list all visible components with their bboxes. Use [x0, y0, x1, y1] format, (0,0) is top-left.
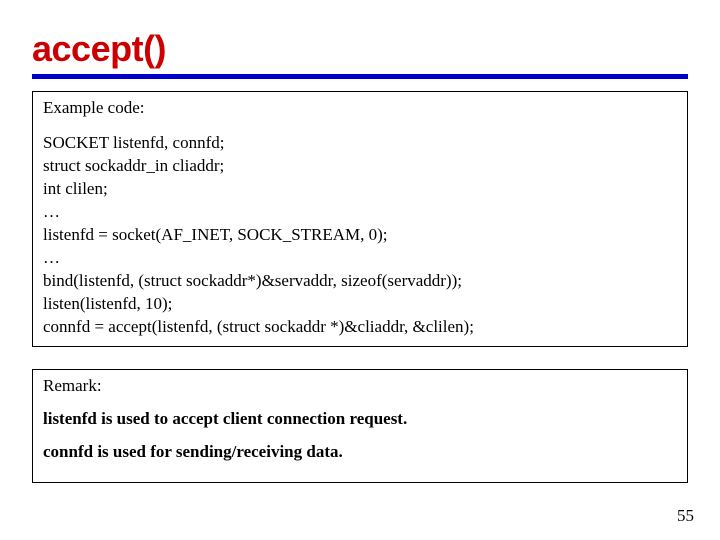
example-label: Example code:	[43, 98, 677, 118]
code-line: …	[43, 247, 677, 270]
code-line: struct sockaddr_in cliaddr;	[43, 155, 677, 178]
remark-term: listenfd	[43, 409, 97, 428]
page-number: 55	[677, 506, 694, 526]
slide-title: accept()	[32, 28, 688, 70]
code-line: int clilen;	[43, 178, 677, 201]
remark-line-2: connfd is used for sending/receiving dat…	[43, 441, 677, 464]
remark-line-1: listenfd is used to accept client connec…	[43, 408, 677, 431]
code-line: listen(listenfd, 10);	[43, 293, 677, 316]
code-line: listenfd = socket(AF_INET, SOCK_STREAM, …	[43, 224, 677, 247]
code-line: bind(listenfd, (struct sockaddr*)&servad…	[43, 270, 677, 293]
remark-box: Remark: listenfd is used to accept clien…	[32, 369, 688, 483]
code-line: connfd = accept(listenfd, (struct sockad…	[43, 316, 677, 339]
remark-text: is used to accept client connection requ…	[97, 409, 407, 428]
remark-text: is used for sending/receiving data.	[93, 442, 343, 461]
slide-content: accept() Example code: SOCKET listenfd, …	[0, 0, 720, 483]
example-code-box: Example code: SOCKET listenfd, connfd; s…	[32, 91, 688, 347]
remark-term: connfd	[43, 442, 93, 461]
remark-label: Remark:	[43, 376, 677, 396]
title-rule	[32, 74, 688, 79]
code-line: SOCKET listenfd, connfd;	[43, 132, 677, 155]
code-line: …	[43, 201, 677, 224]
